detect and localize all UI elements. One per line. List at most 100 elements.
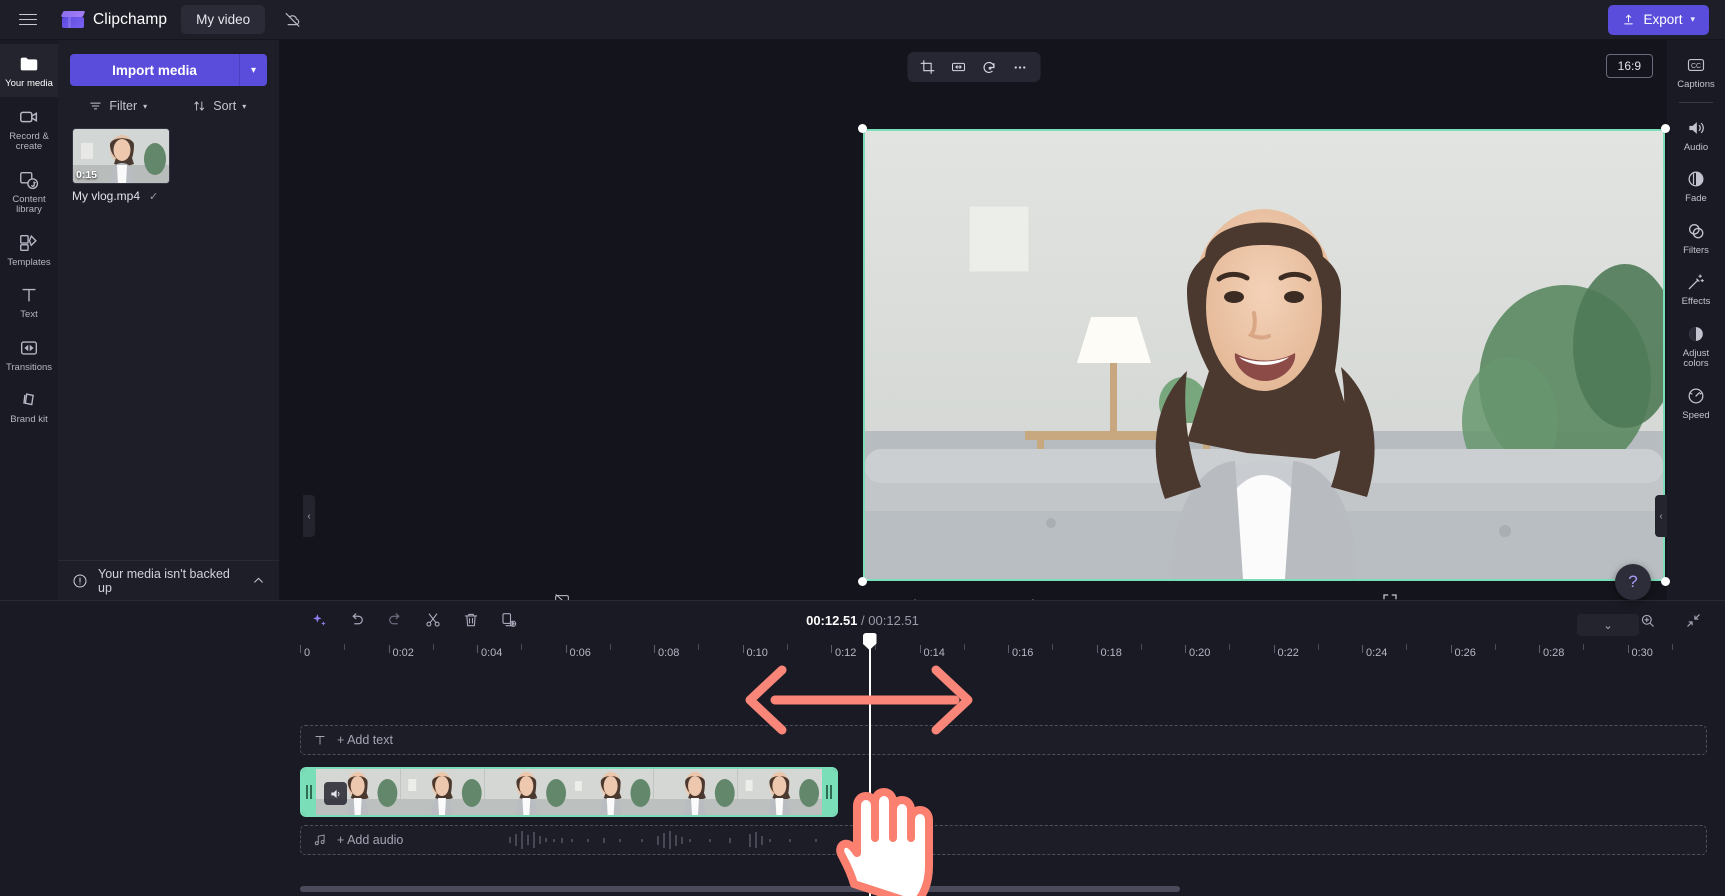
sidebar-item-transitions[interactable]: Transitions xyxy=(0,328,58,381)
folder-icon xyxy=(20,57,38,71)
property-item-effects[interactable]: Effects xyxy=(1667,263,1725,315)
templates-icon xyxy=(20,234,37,251)
upload-icon xyxy=(1624,14,1634,25)
property-item-captions[interactable]: CC Captions xyxy=(1667,46,1725,98)
clip-trim-handle-right[interactable] xyxy=(822,769,836,815)
transitions-icon xyxy=(20,340,38,355)
redo-button[interactable] xyxy=(381,607,409,633)
sidebar-label: Transitions xyxy=(5,361,53,373)
timeline-ruler[interactable]: 0 0:02 0:04 0:06 0:08 0:10 0:12 0:14 0:16 0:18 0:2… xyxy=(300,639,1725,665)
filter-icon xyxy=(90,102,102,110)
property-label: Adjust colors xyxy=(1682,347,1710,369)
ruler-label: 0 xyxy=(304,647,311,659)
ai-tools-button[interactable] xyxy=(305,607,333,633)
resize-handle-bottom-right[interactable] xyxy=(1661,577,1670,586)
filters-icon xyxy=(1689,223,1704,238)
property-label: Filters xyxy=(1683,244,1709,256)
chevron-up-icon xyxy=(254,577,263,583)
rotate-icon[interactable] xyxy=(975,54,1003,80)
video-track xyxy=(300,767,1707,817)
filter-sort-row: Filter ▾ Sort ▾ xyxy=(58,86,279,124)
sort-label: Sort xyxy=(213,99,237,113)
ruler-label: 0:12 xyxy=(835,647,857,659)
split-button[interactable] xyxy=(419,607,447,633)
duplicate-button[interactable] xyxy=(495,607,523,633)
property-label: Effects xyxy=(1681,296,1711,307)
filter-button[interactable]: Filter ▾ xyxy=(72,96,164,116)
fit-width-icon[interactable] xyxy=(944,54,972,80)
clip-trim-handle-left[interactable] xyxy=(302,769,316,815)
sidebar-item-content-library[interactable]: Content library xyxy=(0,160,58,223)
speedometer-icon xyxy=(1688,388,1704,403)
delete-button[interactable] xyxy=(457,607,485,633)
resize-handle-top-left[interactable] xyxy=(858,124,867,133)
media-thumbnail[interactable]: 0:15 xyxy=(72,128,170,184)
collapse-right-panel-button[interactable]: ‹ xyxy=(1655,495,1667,537)
chevron-down-icon: ▾ xyxy=(242,101,247,111)
add-text-label: + Add text xyxy=(337,733,393,747)
resize-handle-top-right[interactable] xyxy=(1661,124,1670,133)
video-stage[interactable] xyxy=(858,124,1670,586)
fit-to-screen-button[interactable] xyxy=(1679,607,1707,633)
media-item[interactable]: 0:15 My vlog.mp4 ✓ xyxy=(72,128,170,203)
ruler-tick-minor xyxy=(963,644,965,650)
hamburger-icon[interactable] xyxy=(0,0,56,40)
cloud-off-icon[interactable] xyxy=(275,5,309,35)
sort-button[interactable]: Sort ▾ xyxy=(174,96,266,116)
resize-handle-bottom-left[interactable] xyxy=(858,577,867,586)
clip-audio-toggle[interactable] xyxy=(324,782,347,805)
ruler-tick-minor xyxy=(1229,644,1231,650)
ruler-label: 0:18 xyxy=(1100,647,1122,659)
sidebar-item-your-media[interactable]: Your media xyxy=(0,44,58,97)
speaker-icon xyxy=(1689,121,1704,134)
add-text-track-button[interactable]: + Add text xyxy=(300,725,1707,755)
sidebar-item-record-create[interactable]: Record & create xyxy=(0,97,58,160)
project-title-chip[interactable]: My video xyxy=(181,5,266,34)
chevron-down-icon: ▾ xyxy=(143,101,148,111)
add-audio-track-button[interactable]: + Add audio xyxy=(300,825,1707,855)
import-media-button[interactable]: Import media xyxy=(70,54,239,86)
ruler-tick-minor xyxy=(1406,644,1408,650)
import-media-dropdown[interactable]: ▾ xyxy=(239,54,267,86)
sidebar-label: Your media xyxy=(5,78,53,89)
sidebar-item-templates[interactable]: Templates xyxy=(0,223,58,276)
divider xyxy=(1679,101,1713,103)
sidebar-label: Record & create xyxy=(9,130,49,152)
undo-button[interactable] xyxy=(343,607,371,633)
ruler-tick-minor xyxy=(786,644,788,650)
ruler-tick-minor xyxy=(1494,644,1496,650)
ruler-label: 0:30 xyxy=(1631,647,1653,659)
property-item-fade[interactable]: Fade xyxy=(1667,160,1725,212)
property-label: Speed xyxy=(1682,409,1710,421)
ruler-label: 0:02 xyxy=(392,647,414,659)
time-separator: / xyxy=(861,612,865,628)
export-label: Export xyxy=(1643,12,1683,27)
property-item-adjust-colors[interactable]: Adjust colors xyxy=(1667,315,1725,377)
aspect-ratio-chip[interactable]: 16:9 xyxy=(1605,54,1653,78)
property-item-filters[interactable]: Filters xyxy=(1667,212,1725,264)
sidebar-item-brand-kit[interactable]: Brand kit xyxy=(0,380,58,433)
crop-icon[interactable] xyxy=(913,54,941,80)
media-name-row: My vlog.mp4 ✓ xyxy=(72,189,170,203)
ruler-label: 0:10 xyxy=(746,647,768,659)
sidebar-item-text[interactable]: Text xyxy=(0,275,58,328)
help-button[interactable]: ? xyxy=(1615,564,1651,600)
panel-collapse-chevron[interactable]: ⌄ xyxy=(1577,614,1639,636)
property-item-speed[interactable]: Speed xyxy=(1667,377,1725,429)
contrast-icon xyxy=(1689,326,1703,341)
left-rail: Your media Record & create Content libra… xyxy=(0,40,58,600)
video-clip[interactable] xyxy=(300,767,838,817)
timeline-scrollbar-thumb[interactable] xyxy=(300,886,1180,892)
collapse-left-panel-button[interactable]: ‹ xyxy=(303,495,315,537)
export-button[interactable]: Export ▾ xyxy=(1608,4,1709,35)
property-item-audio[interactable]: Audio xyxy=(1667,109,1725,161)
playhead[interactable] xyxy=(862,633,877,896)
chevron-down-icon: ▾ xyxy=(1690,14,1695,24)
text-track: + Add text xyxy=(300,725,1707,755)
check-icon: ✓ xyxy=(149,190,159,203)
timeline-scrollbar[interactable] xyxy=(300,886,1707,892)
property-label: Captions xyxy=(1677,79,1715,90)
more-icon[interactable] xyxy=(1006,54,1034,80)
backup-notice[interactable]: Your media isn't backed up xyxy=(58,560,279,600)
current-time: 00:12.51 xyxy=(806,612,858,628)
